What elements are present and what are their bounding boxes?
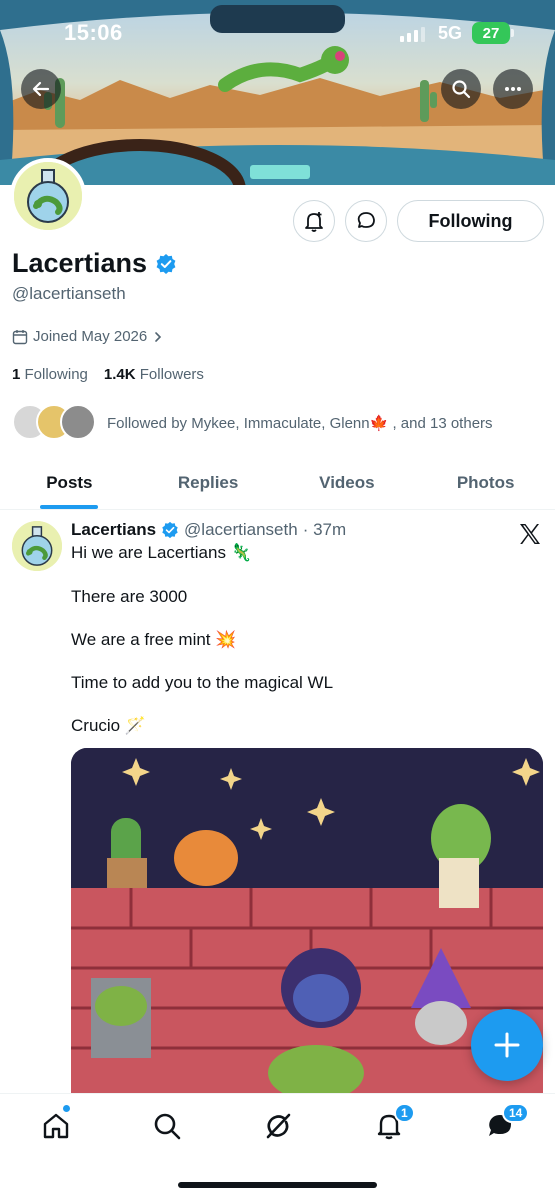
home-notification-dot — [62, 1104, 71, 1113]
tab-videos[interactable]: Videos — [278, 456, 417, 509]
notifications-badge: 1 — [394, 1103, 415, 1123]
message-button[interactable] — [345, 200, 387, 242]
home-icon — [43, 1113, 69, 1139]
plus-icon — [494, 1032, 520, 1058]
profile-handle: @lacertianseth — [12, 284, 126, 303]
following-count: 1 — [12, 366, 21, 383]
post-author-name[interactable]: Lacertians — [71, 520, 156, 540]
grok-icon — [266, 1113, 291, 1139]
home-indicator — [178, 1182, 377, 1188]
followed-by-row[interactable]: Followed by Mykee, Immaculate, Glenn🍁 , … — [12, 404, 493, 442]
post-text-line: Hi we are Lacertians 🦎 — [71, 543, 252, 562]
bell-plus-icon — [305, 212, 323, 232]
network-label: 5G — [438, 23, 463, 43]
flask-lizard-avatar — [14, 162, 82, 230]
more-horizontal-icon — [505, 87, 521, 91]
following-button[interactable]: Following — [397, 200, 544, 242]
profile-tabs: Posts Replies Videos Photos — [0, 456, 555, 510]
post-text-line: Time to add you to the magical WL — [71, 673, 334, 692]
search-icon — [452, 80, 471, 99]
chat-bubble-icon — [357, 212, 375, 228]
battery-level: 27 — [482, 24, 500, 42]
post-author-handle[interactable]: @lacertianseth — [184, 520, 298, 540]
followers-link[interactable]: 1.4K Followers — [104, 366, 204, 383]
nav-grok[interactable] — [260, 1108, 296, 1144]
status-time: 15:06 — [64, 20, 123, 45]
back-button[interactable] — [21, 69, 61, 109]
tab-photos[interactable]: Photos — [416, 456, 555, 509]
joined-date[interactable]: Joined May 2026 — [12, 328, 164, 345]
search-button[interactable] — [441, 69, 481, 109]
follower-avatar — [60, 404, 96, 440]
tab-replies[interactable]: Replies — [139, 456, 278, 509]
joined-label: Joined May 2026 — [33, 328, 148, 345]
followed-by-text: Followed by Mykee, Immaculate, Glenn🍁 , … — [107, 415, 493, 432]
post-text-line: Crucio 🪄 — [71, 716, 147, 735]
post-timestamp[interactable]: · 37m — [303, 520, 346, 540]
calendar-icon — [12, 329, 28, 344]
following-link[interactable]: 1 Following — [12, 366, 88, 383]
nav-search[interactable] — [149, 1108, 185, 1144]
more-button[interactable] — [493, 69, 533, 109]
followers-label: Followers — [139, 366, 204, 383]
verified-badge-icon — [162, 521, 178, 539]
profile-name: Lacertians — [12, 248, 177, 279]
messages-badge: 14 — [502, 1103, 530, 1123]
battery-icon: 27 — [472, 22, 514, 44]
notifications-toggle-button[interactable] — [293, 200, 335, 242]
post-text-line: We are a free mint 💥 — [71, 630, 237, 649]
tab-posts[interactable]: Posts — [0, 456, 139, 509]
verified-badge-icon[interactable] — [155, 253, 177, 275]
post-header: Lacertians @lacertianseth · 37m — [71, 520, 346, 540]
post-author-avatar[interactable] — [12, 521, 62, 571]
flask-lizard-avatar — [12, 521, 62, 571]
arrow-left-icon — [32, 81, 50, 97]
nav-home[interactable] — [38, 1108, 74, 1144]
profile-display-name: Lacertians — [12, 248, 148, 278]
follow-counts: 1 Following 1.4K Followers — [12, 366, 204, 383]
search-icon — [154, 1113, 181, 1140]
signal-icon — [400, 26, 425, 42]
following-label: Following — [24, 366, 88, 383]
followers-count: 1.4K — [103, 366, 136, 383]
follower-avatars — [12, 404, 97, 442]
chevron-right-icon — [155, 331, 162, 342]
status-bar: 15:06 5G 27 — [0, 0, 555, 62]
profile-avatar[interactable] — [10, 158, 86, 234]
compose-button[interactable] — [471, 1009, 543, 1081]
post-text-line: There are 3000 — [71, 587, 188, 606]
x-logo-icon[interactable] — [518, 522, 542, 546]
